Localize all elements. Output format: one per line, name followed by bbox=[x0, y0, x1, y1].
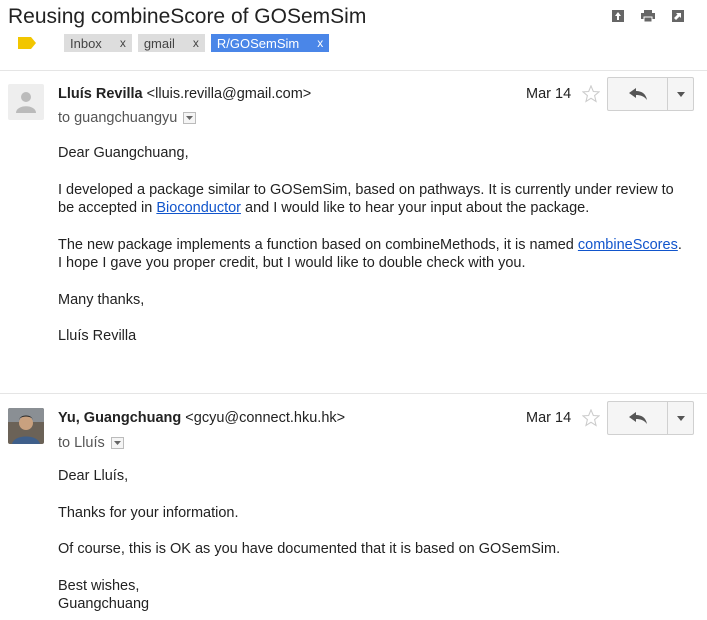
paragraph: Thanks for your information. bbox=[58, 504, 239, 521]
message-body: Dear Lluís, Thanks for your information.… bbox=[58, 467, 688, 614]
remove-label-icon[interactable]: x bbox=[120, 36, 126, 50]
thread-subject: Reusing combineScore of GOSemSim bbox=[8, 5, 367, 28]
recipients: to guangchuangyu bbox=[58, 110, 178, 126]
combinescores-link[interactable]: combineScores bbox=[578, 237, 678, 253]
paragraph-text: The new package implements a function ba… bbox=[58, 236, 578, 253]
signature: Lluís Revilla bbox=[58, 328, 137, 344]
recipients-line: to Lluís bbox=[58, 435, 124, 451]
message-date: Mar 14 bbox=[526, 410, 572, 426]
print-icon[interactable] bbox=[641, 9, 655, 23]
greeting: Dear Guangchuang, bbox=[58, 145, 189, 161]
paragraph: I developed a package similar to GOSemSi… bbox=[58, 181, 688, 218]
closing: Best wishes, bbox=[58, 577, 140, 594]
chevron-down-icon bbox=[186, 116, 194, 120]
paragraph: The new package implements a function ba… bbox=[58, 236, 688, 273]
label-text: gmail bbox=[143, 35, 175, 51]
more-actions-button[interactable] bbox=[668, 402, 693, 434]
label-r-gosemsim[interactable]: R/GOSemSim x bbox=[210, 34, 330, 52]
sender-name[interactable]: Lluís Revilla bbox=[58, 86, 143, 102]
paragraph-text: and I would like to hear your input abou… bbox=[241, 200, 590, 216]
archive-icon[interactable] bbox=[611, 9, 625, 23]
message-date: Mar 14 bbox=[526, 86, 572, 102]
sender-photo-icon bbox=[8, 408, 44, 444]
reply-button-group bbox=[607, 401, 694, 435]
label-text: R/GOSemSim bbox=[216, 35, 300, 51]
reply-icon bbox=[628, 88, 647, 100]
avatar bbox=[8, 84, 44, 120]
message-body: Dear Guangchuang, I developed a package … bbox=[58, 144, 688, 346]
label-inbox[interactable]: Inbox x bbox=[64, 34, 132, 52]
sender-email: <lluis.revilla@gmail.com> bbox=[146, 86, 312, 102]
chevron-down-icon bbox=[676, 415, 685, 421]
default-avatar-icon bbox=[16, 92, 36, 113]
more-actions-button[interactable] bbox=[668, 78, 693, 110]
show-details-button[interactable] bbox=[110, 437, 124, 449]
thread-actions bbox=[611, 9, 685, 23]
reply-button-group bbox=[607, 77, 694, 111]
reply-button[interactable] bbox=[608, 402, 668, 434]
label-text: Inbox bbox=[70, 35, 102, 51]
thanks: Many thanks, bbox=[58, 291, 145, 308]
signature: Guangchuang bbox=[58, 596, 150, 612]
avatar bbox=[8, 408, 44, 444]
remove-label-icon[interactable]: x bbox=[317, 36, 323, 50]
reply-icon bbox=[628, 412, 647, 424]
new-window-icon[interactable] bbox=[671, 9, 685, 23]
star-icon[interactable] bbox=[582, 409, 600, 427]
sender-line: Yu, Guangchuang <gcyu@connect.hku.hk> bbox=[58, 410, 345, 426]
sender-email: <gcyu@connect.hku.hk> bbox=[185, 410, 346, 426]
chevron-down-icon bbox=[113, 441, 121, 445]
sender-line: Lluís Revilla <lluis.revilla@gmail.com> bbox=[58, 86, 311, 102]
paragraph: Of course, this is OK as you have docume… bbox=[58, 541, 561, 557]
reply-button[interactable] bbox=[608, 78, 668, 110]
divider bbox=[0, 70, 707, 71]
recipients: to Lluís bbox=[58, 435, 105, 451]
greeting: Dear Lluís, bbox=[58, 468, 129, 484]
chevron-down-icon bbox=[676, 91, 685, 97]
label-gmail[interactable]: gmail x bbox=[137, 34, 205, 52]
labels-row: Inbox x gmail x R/GOSemSim x bbox=[18, 34, 335, 52]
remove-label-icon[interactable]: x bbox=[193, 36, 199, 50]
sender-name[interactable]: Yu, Guangchuang bbox=[58, 410, 181, 426]
show-details-button[interactable] bbox=[183, 112, 197, 124]
bioconductor-link[interactable]: Bioconductor bbox=[156, 200, 241, 216]
star-icon[interactable] bbox=[582, 85, 600, 103]
divider bbox=[0, 393, 707, 394]
importance-marker-icon[interactable] bbox=[18, 37, 36, 49]
recipients-line: to guangchuangyu bbox=[58, 110, 197, 126]
